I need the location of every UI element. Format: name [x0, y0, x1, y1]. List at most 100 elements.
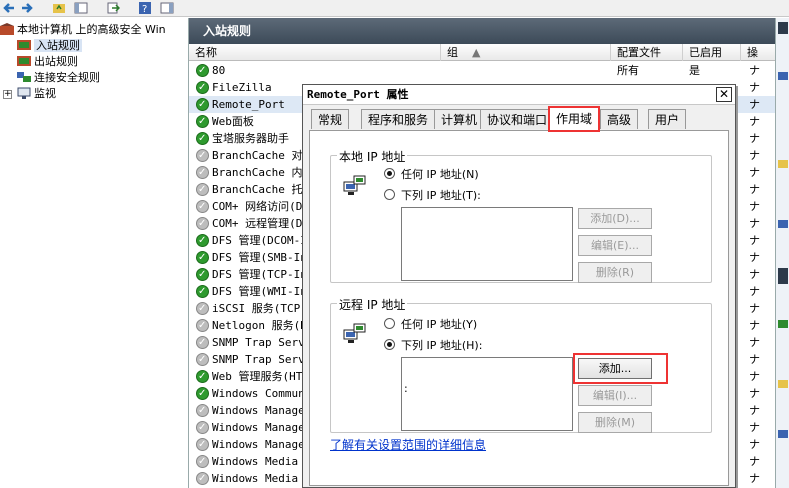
rule-action-cell: ナ — [749, 166, 760, 179]
remote-these-ip-radio[interactable] — [384, 339, 395, 350]
remote-computers-icon — [343, 323, 366, 343]
rule-name: BranchCache 内容 — [212, 166, 314, 179]
tab-protocols-ports[interactable]: 协议和端口 — [480, 109, 555, 129]
rule-profile: 所有 — [617, 64, 639, 77]
rule-name: Windows Communi — [212, 387, 312, 400]
rule-action-cell: ナ — [749, 353, 760, 366]
actions-pane — [775, 18, 789, 488]
rule-name: DFS 管理(SMB-In — [212, 251, 307, 264]
col-profile[interactable]: 配置文件 — [611, 44, 683, 61]
rule-disabled-icon — [196, 215, 209, 232]
outbound-rules-icon — [17, 56, 31, 66]
show-hide-tree-icon[interactable] — [74, 1, 88, 15]
rule-enabled-icon — [196, 79, 209, 96]
rule-name: DFS 管理(DCOM-I — [212, 234, 307, 247]
rule-name: Windows Managem — [212, 438, 312, 451]
forward-icon[interactable] — [20, 1, 34, 15]
rule-name: SNMP Trap Servi — [212, 353, 312, 366]
rule-action-cell: ナ — [749, 455, 760, 468]
svg-text:?: ? — [142, 4, 147, 15]
dialog-close-button[interactable]: ✕ — [716, 87, 732, 102]
local-any-ip-radio[interactable] — [384, 168, 395, 179]
tab-general[interactable]: 常规 — [311, 109, 350, 129]
action-icon-4[interactable] — [778, 318, 788, 330]
help-icon[interactable]: ? — [138, 1, 152, 15]
table-row[interactable]: 80 所有 是 ナ — [189, 62, 776, 79]
tab-computers[interactable]: 计算机 — [434, 109, 485, 129]
up-folder-icon[interactable] — [52, 1, 66, 15]
rule-disabled-icon — [196, 334, 209, 351]
export-list-icon[interactable] — [106, 1, 120, 15]
tree-root-label: 本地计算机 上的高级安全 Win — [17, 23, 166, 36]
rule-disabled-icon — [196, 181, 209, 198]
remote-ip-group-label: 远程 IP 地址 — [337, 296, 408, 313]
tree-item-connection-security[interactable]: 连接安全规则 — [17, 70, 100, 86]
col-enabled[interactable]: 已启用 — [683, 44, 741, 61]
local-add-button[interactable]: 添加(D)... — [578, 208, 652, 229]
tab-programs-services[interactable]: 程序和服务 — [361, 109, 436, 129]
remote-remove-button[interactable]: 删除(M) — [578, 412, 652, 433]
expand-monitor-icon[interactable]: + — [3, 90, 12, 99]
rule-name: BranchCache 托管 — [212, 183, 314, 196]
tree-item-label: 出站规则 — [34, 55, 78, 68]
remote-add-highlight — [573, 353, 668, 384]
tab-users[interactable]: 用户 — [648, 109, 687, 129]
action-icon-1[interactable] — [778, 70, 788, 82]
rule-name: Netlogon 服务(N — [212, 319, 307, 332]
rule-disabled-icon — [196, 436, 209, 453]
rule-name: Web 管理服务(HT — [212, 370, 303, 383]
tree-item-monitor[interactable]: 监视 — [17, 86, 56, 102]
rule-action-cell: ナ — [749, 81, 760, 94]
local-edit-button[interactable]: 编辑(E)... — [578, 235, 652, 256]
rule-name: Windows Media P — [212, 455, 312, 468]
rule-action-cell: ナ — [749, 404, 760, 417]
tab-advanced[interactable]: 高级 — [600, 109, 639, 129]
col-name[interactable]: 名称 — [189, 44, 441, 61]
rule-action-cell: ナ — [749, 302, 760, 315]
rule-enabled-icon — [196, 62, 209, 79]
action-icon-5[interactable] — [778, 378, 788, 390]
local-remove-button[interactable]: 删除(R) — [578, 262, 652, 283]
col-action[interactable]: 操 — [741, 44, 776, 61]
firewall-root-icon — [0, 23, 14, 35]
tree-item-inbound[interactable]: 入站规则 — [17, 38, 82, 54]
rule-action-cell: ナ — [749, 268, 760, 281]
action-icon-6[interactable] — [778, 428, 788, 440]
action-icon-3[interactable] — [778, 218, 788, 230]
tree-item-outbound[interactable]: 出站规则 — [17, 54, 78, 70]
rule-action-cell: ナ — [749, 438, 760, 451]
rule-action-cell: ナ — [749, 472, 760, 485]
rule-disabled-icon — [196, 419, 209, 436]
col-group[interactable]: 组 ▲ — [441, 44, 611, 61]
rule-enabled-icon — [196, 130, 209, 147]
remote-any-ip-radio[interactable] — [384, 318, 395, 329]
tree-item-label: 监视 — [34, 87, 56, 100]
action-icon-2[interactable] — [778, 158, 788, 170]
rule-name: BranchCache 对等 — [212, 149, 314, 162]
remote-ip-list[interactable]: : — [401, 357, 573, 431]
rule-name: Windows Managem — [212, 404, 312, 417]
rule-disabled-icon — [196, 147, 209, 164]
rule-name: 宝塔服务器助手 — [212, 132, 289, 145]
rule-enabled-icon — [196, 283, 209, 300]
rule-name: Web面板 — [212, 115, 254, 128]
tab-scope[interactable]: 作用域 — [547, 106, 601, 132]
remote-ip-group: 远程 IP 地址 任何 IP 地址(Y) 下列 IP 地址(H): : 添加..… — [330, 296, 712, 433]
back-icon[interactable] — [2, 1, 16, 15]
rule-name: SNMP Trap Servi — [212, 336, 312, 349]
rule-enabled-icon — [196, 113, 209, 130]
local-these-ip-radio[interactable] — [384, 189, 395, 200]
rule-name: COM+ 远程管理(D — [212, 217, 303, 230]
local-ip-list[interactable] — [401, 207, 573, 281]
remote-ip-list-entry[interactable]: : — [404, 382, 408, 395]
rule-name: Windows Media P — [212, 472, 312, 485]
tree-item-label: 入站规则 — [34, 39, 82, 52]
sort-asc-icon: ▲ — [472, 46, 481, 59]
scope-help-link[interactable]: 了解有关设置范围的详细信息 — [330, 436, 486, 453]
remote-edit-button[interactable]: 编辑(I)... — [578, 385, 652, 406]
rule-action-cell: ナ — [749, 319, 760, 332]
tree-root[interactable]: 本地计算机 上的高级安全 Win — [0, 22, 166, 38]
local-ip-group: 本地 IP 地址 任何 IP 地址(N) 下列 IP 地址(T): 添加(D).… — [330, 148, 712, 283]
action-pane-icon[interactable] — [160, 1, 174, 15]
rule-action-cell: ナ — [749, 200, 760, 213]
